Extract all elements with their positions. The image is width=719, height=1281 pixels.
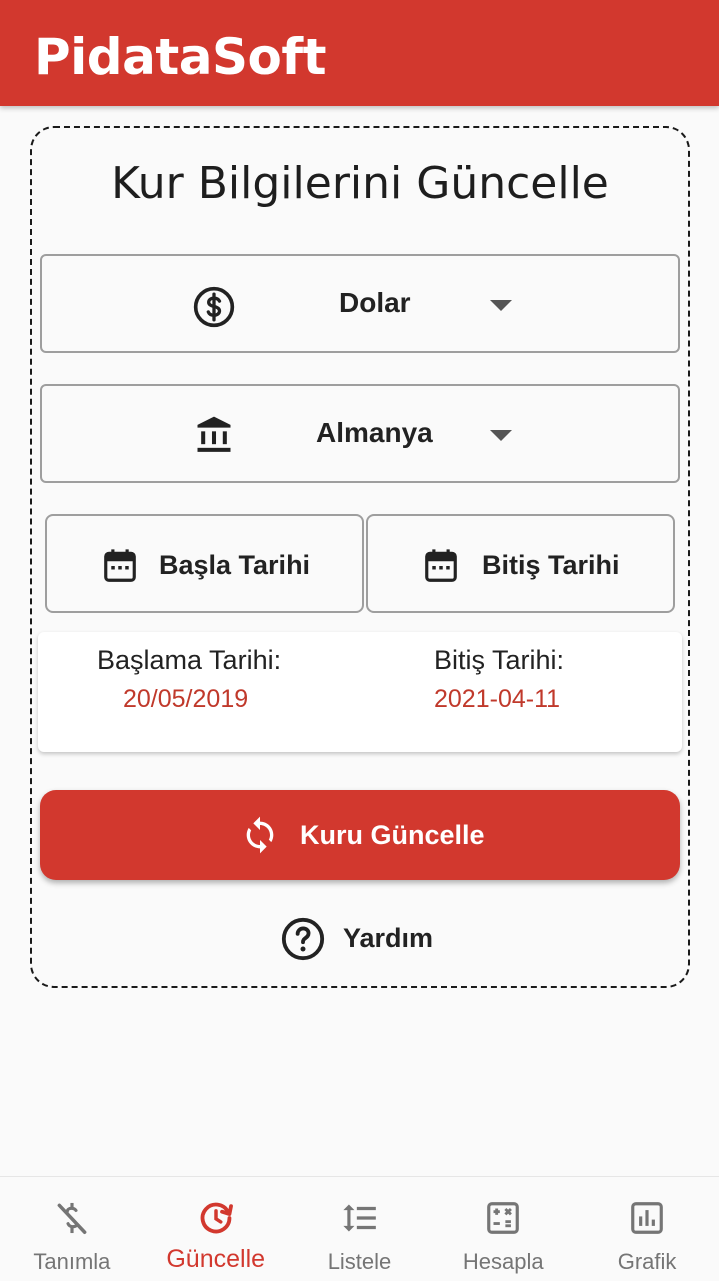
format-line-spacing-icon (342, 1204, 376, 1232)
page-title: Kur Bilgilerini Güncelle (111, 158, 609, 209)
nav-guncelle[interactable]: Güncelle (144, 1177, 288, 1281)
nav-hesapla-label: Hesapla (462, 1249, 544, 1274)
bottom-navigation: Tanımla Güncelle Listele Hesapla Grafik (0, 1176, 719, 1281)
nav-listele[interactable]: Listele (288, 1177, 432, 1281)
end-date-value: 2021-04-11 (434, 685, 561, 713)
nav-grafik-label: Grafik (617, 1249, 677, 1274)
calendar-icon (101, 546, 139, 591)
start-date-button[interactable]: Başla Tarihi (45, 514, 364, 613)
nav-tanimla-label: Tanımla (33, 1249, 111, 1274)
chevron-down-icon (490, 300, 512, 311)
selected-dates-card: Başlama Tarihi: 20/05/2019 Bitiş Tarihi:… (38, 632, 682, 752)
refresh-icon (240, 814, 280, 861)
dollar-circle-icon (192, 285, 236, 334)
country-dropdown[interactable]: Almanya (40, 384, 680, 483)
country-value: Almanya (316, 417, 433, 448)
history-icon (200, 1202, 233, 1234)
nav-tanimla[interactable]: Tanımla (0, 1177, 144, 1281)
start-date-value: 20/05/2019 (123, 685, 249, 713)
calendar-icon (422, 546, 460, 591)
calculator-icon (487, 1202, 520, 1234)
help-label: Yardım (343, 923, 434, 953)
nav-hesapla[interactable]: Hesapla (431, 1177, 575, 1281)
money-off-icon (57, 1202, 87, 1234)
chevron-down-icon (490, 430, 512, 441)
help-button[interactable]: Yardım (280, 916, 460, 962)
nav-listele-label: Listele (327, 1249, 392, 1274)
start-date-button-label: Başla Tarihi (159, 550, 311, 580)
update-rate-button[interactable]: Kuru Güncelle (40, 790, 680, 880)
currency-dropdown[interactable]: Dolar (40, 254, 680, 353)
bar-chart-icon (631, 1202, 664, 1234)
help-circle-icon (280, 916, 326, 967)
app-title: PidataSoft (34, 28, 326, 86)
nav-guncelle-label: Güncelle (166, 1245, 266, 1273)
nav-grafik[interactable]: Grafik (575, 1177, 719, 1281)
end-date-button[interactable]: Bitiş Tarihi (366, 514, 675, 613)
currency-value: Dolar (339, 287, 411, 318)
end-date-button-label: Bitiş Tarihi (482, 550, 620, 580)
update-rate-button-label: Kuru Güncelle (300, 820, 485, 850)
end-date-label: Bitiş Tarihi: (434, 645, 565, 675)
start-date-label: Başlama Tarihi: (97, 645, 282, 675)
app-bar: PidataSoft (0, 0, 719, 106)
bank-icon (192, 413, 236, 462)
